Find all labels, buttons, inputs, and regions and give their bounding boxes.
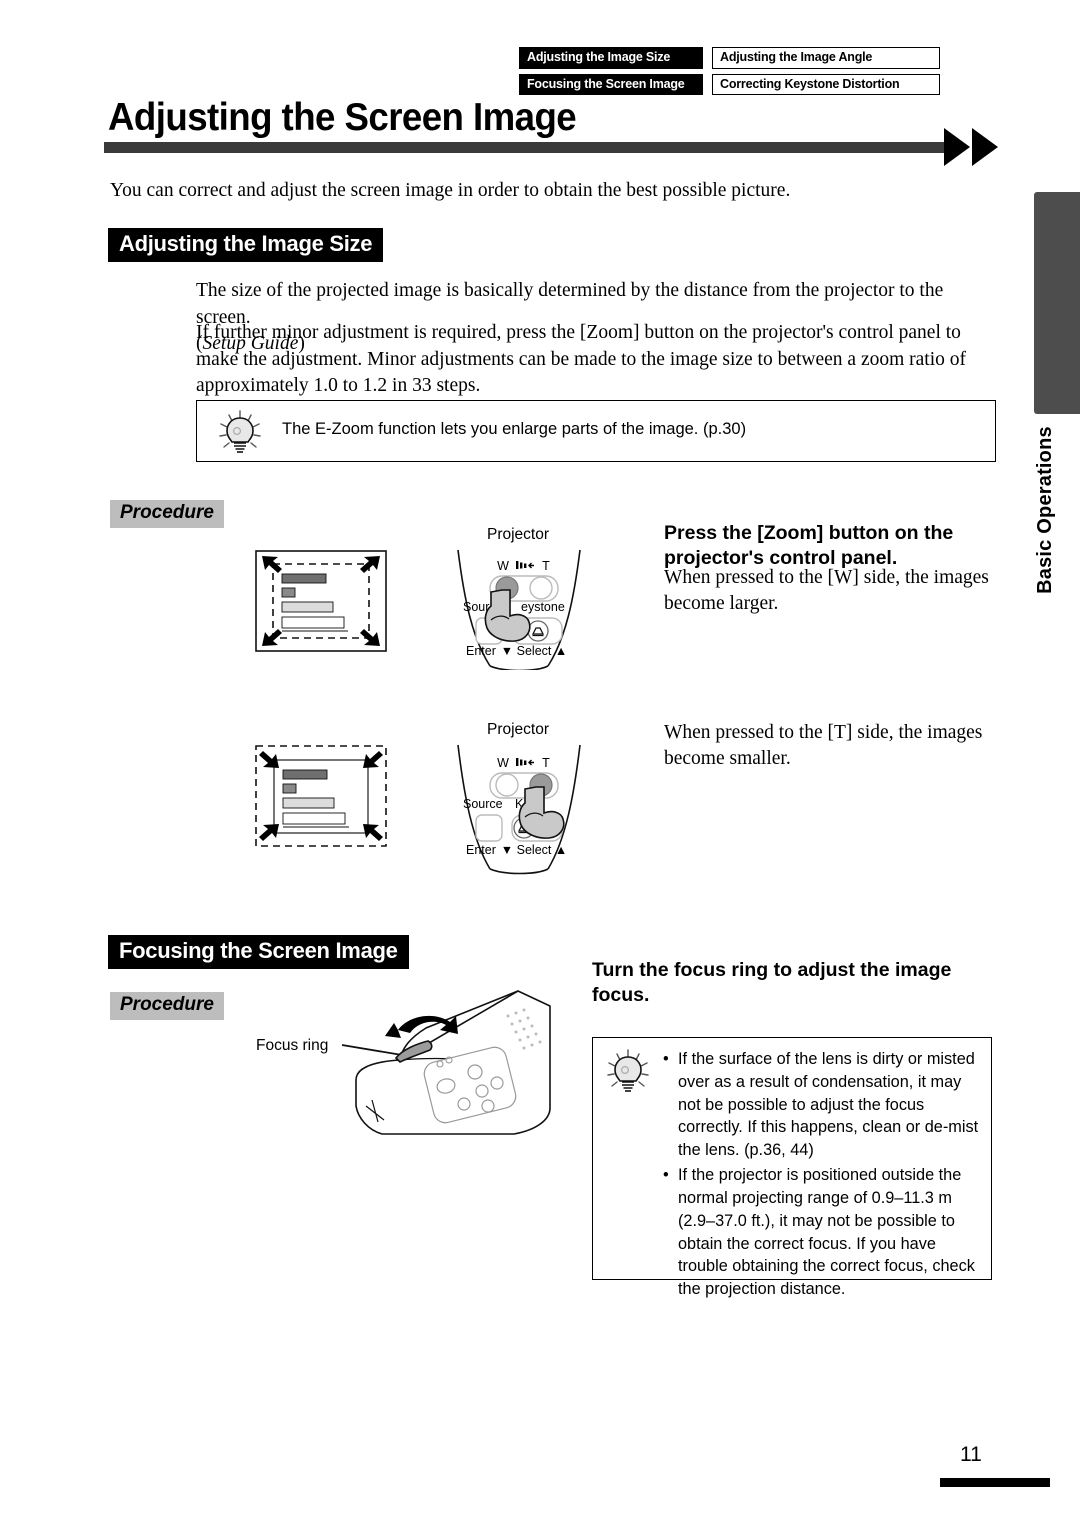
page-number: 11 [960,1443,982,1466]
projector-control-panel-w: Projector W T Source eystone Enter ▼ Sel… [457,526,581,670]
svg-text:W: W [497,559,509,573]
double-arrow-icon [944,128,998,166]
footer-bar [940,1478,1050,1487]
section-heading-image-size: Adjusting the Image Size [108,228,384,262]
tip-item: If the projector is positioned outside t… [663,1164,981,1301]
focus-ring-label: Focus ring [256,1037,328,1054]
step-heading-press-zoom: Press the [Zoom] button on the projector… [664,522,954,569]
tip-text-ezoom: The E-Zoom function lets you enlarge par… [282,420,747,438]
side-tab-bar [1034,192,1080,414]
diagram-focus-ring: Focus ring [250,988,580,1148]
step-body-w-side: When pressed to the [W] side, the images… [664,567,989,615]
page-title: Adjusting the Screen Image [108,96,577,139]
tip-item: If the surface of the lens is dirty or m… [663,1048,981,1162]
step-body-t-side: When pressed to the [T] side, the images… [664,722,983,770]
procedure-label-focusing: Procedure [110,992,224,1020]
side-tab-label: Basic Operations [1026,385,1080,594]
svg-text:▼ Select ▲: ▼ Select ▲ [501,843,567,857]
svg-text:eystone: eystone [521,600,565,614]
svg-text:▼ Select ▲: ▼ Select ▲ [501,644,567,658]
nav-chip-correcting-keystone-distortion[interactable]: Correcting Keystone Distortion [712,73,940,95]
chip-row-1: Adjusting the Image Size Adjusting the I… [519,47,959,69]
nav-chip-adjusting-image-size[interactable]: Adjusting the Image Size [519,47,703,69]
image-size-paragraph-2: If further minor adjustment is required,… [196,322,967,397]
nav-chip-adjusting-image-angle[interactable]: Adjusting the Image Angle [712,47,940,69]
section-heading-focusing: Focusing the Screen Image [108,935,409,969]
tip-list-focus: If the surface of the lens is dirty or m… [663,1048,981,1303]
manual-page: Adjusting the Image Size Adjusting the I… [0,0,1080,1528]
svg-text:W: W [497,756,509,770]
svg-text:Projector: Projector [487,526,549,543]
screen-illustration-shrink [255,745,387,847]
title-rule [104,142,949,153]
diagram-zoom-wide: Projector W T Source eystone Enter ▼ Sel… [250,520,650,670]
svg-text:T: T [542,559,550,573]
procedure-label-image-size: Procedure [110,500,224,528]
svg-text:Source: Source [463,797,503,811]
nav-chip-focusing-screen-image[interactable]: Focusing the Screen Image [519,73,703,95]
side-tab-label-text: Basic Operations [1034,426,1056,594]
lightbulb-icon [219,410,261,453]
tip-box-focus: If the surface of the lens is dirty or m… [592,1037,992,1298]
svg-text:Enter: Enter [466,644,496,658]
lightbulb-icon [607,1049,649,1092]
screen-illustration-enlarge [255,550,387,652]
chip-row-2: Focusing the Screen Image Correcting Key… [519,73,959,95]
section-nav-chips: Adjusting the Image Size Adjusting the I… [519,47,959,100]
svg-text:Enter: Enter [466,843,496,857]
svg-text:T: T [542,756,550,770]
diagram-zoom-tele: Projector W T Source Enter ▼ Select ▲ [250,715,650,877]
tip-box-ezoom: The E-Zoom function lets you enlarge par… [196,400,996,462]
pointing-hand-icon [518,786,565,839]
svg-text:Projector: Projector [487,721,549,738]
intro-paragraph: You can correct and adjust the screen im… [110,180,791,201]
step-heading-turn-focus-ring: Turn the focus ring to adjust the image … [592,959,952,1006]
projector-control-panel-t: Projector W T Source Enter ▼ Select ▲ [457,721,581,875]
